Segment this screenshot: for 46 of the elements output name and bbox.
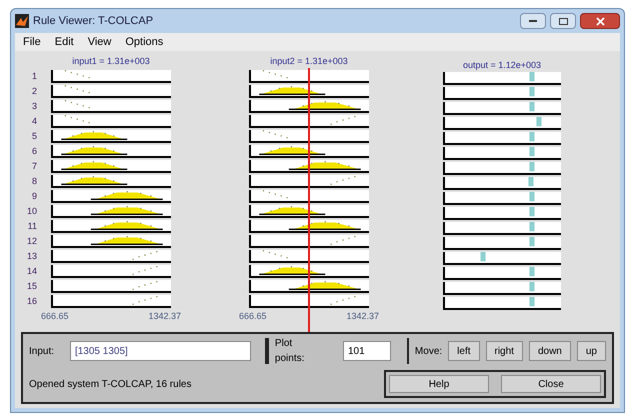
rule-number: 7: [32, 160, 37, 173]
menu-item[interactable]: File: [23, 34, 41, 50]
rule-number: 2: [32, 85, 37, 98]
plot-points-label: Plot points:: [274, 337, 306, 366]
output-label: output = 1.12e+003: [462, 59, 542, 72]
app-logo-icon: [15, 14, 29, 28]
input-label: Input:: [29, 344, 56, 358]
status-message: Opened system T-COLCAP, 16 rules: [29, 378, 192, 392]
rule-number: 6: [32, 145, 37, 158]
rule-number: 15: [26, 280, 37, 293]
close-button[interactable]: [580, 13, 620, 29]
rule-number: 12: [26, 235, 37, 248]
rule-number: 11: [28, 220, 37, 233]
menu-item[interactable]: Options: [125, 34, 164, 50]
rule-number: 16: [26, 295, 37, 308]
rule-number: 3: [32, 100, 37, 113]
axis-tick: 1342.37: [148, 310, 181, 323]
rule-number: 8: [32, 175, 37, 188]
rule-number: 4: [32, 115, 37, 128]
move-label: Move:: [414, 344, 442, 358]
rule-number: 10: [26, 205, 37, 218]
rule-number: 14: [26, 265, 37, 278]
rule-number: 9: [32, 190, 37, 203]
rule-number: 13: [26, 250, 37, 263]
input-field[interactable]: [1305 1305]: [70, 341, 251, 361]
input2-label: input2 = 1.31e+003: [270, 55, 348, 68]
move-button[interactable]: right: [486, 341, 523, 361]
menu-item[interactable]: Edit: [54, 34, 74, 50]
axis-tick: 666.65: [41, 310, 69, 323]
menu-item[interactable]: View: [88, 34, 112, 50]
close-icon: [596, 16, 604, 26]
maximize-button[interactable]: [550, 13, 576, 29]
axis-tick: 1342.37: [346, 310, 379, 323]
axis-tick: 666.65: [239, 310, 267, 323]
rule-number: 1: [32, 70, 37, 83]
input1-label: input1 = 1.31e+003: [72, 55, 150, 68]
rule-number: 5: [32, 130, 37, 143]
minimize-button[interactable]: [520, 13, 546, 29]
plot-points-field[interactable]: 101: [342, 341, 391, 361]
move-button[interactable]: left: [448, 341, 480, 361]
dialog-button[interactable]: Close: [501, 375, 601, 393]
input-value-line[interactable]: [308, 68, 310, 332]
window-title: Rule Viewer: T-COLCAP: [33, 14, 154, 29]
dialog-button[interactable]: Help: [389, 375, 489, 393]
move-button[interactable]: down: [528, 341, 571, 361]
move-button[interactable]: up: [576, 341, 606, 361]
